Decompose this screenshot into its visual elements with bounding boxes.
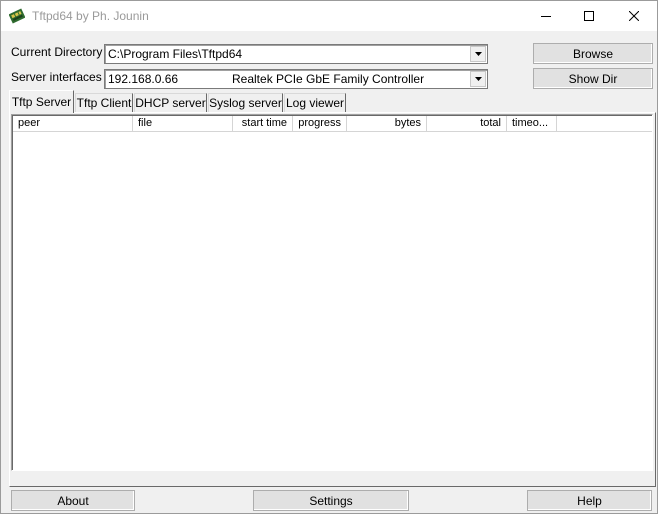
browse-label: Browse <box>572 46 613 61</box>
minimize-icon <box>541 16 551 17</box>
tab-dhcp-server[interactable]: DHCP server <box>134 93 207 112</box>
column-header-filler <box>557 116 652 132</box>
close-button[interactable] <box>611 1 657 31</box>
tab-label: Tftp Server <box>11 95 72 109</box>
tab-label: Syslog server <box>209 96 282 110</box>
current-directory-combo[interactable]: C:\Program Files\Tftpd64 <box>104 44 488 64</box>
show-dir-label: Show Dir <box>568 71 618 86</box>
title-bar[interactable]: Tftpd64 by Ph. Jounin <box>1 1 657 31</box>
maximize-button[interactable] <box>566 1 612 31</box>
tab-tftp-client[interactable]: Tftp Client <box>75 93 133 112</box>
chevron-down-icon <box>474 52 482 56</box>
current-directory-label: Current Directory <box>11 45 103 59</box>
tftpd-app-icon <box>8 8 26 24</box>
main-window: Tftpd64 by Ph. Jounin Current Directory … <box>0 0 658 514</box>
current-directory-dropdown-button[interactable] <box>470 46 486 62</box>
help-button[interactable]: Help <box>527 490 652 511</box>
tab-label: Log viewer <box>285 96 345 110</box>
tab-syslog-server[interactable]: Syslog server <box>208 93 283 112</box>
server-interfaces-label: Server interfaces <box>11 70 102 84</box>
column-header-start-time[interactable]: start time <box>233 116 293 132</box>
column-header-total[interactable]: total <box>427 116 507 132</box>
tab-tftp-server[interactable]: Tftp Server <box>9 90 74 113</box>
column-header-timeout[interactable]: timeo... <box>507 116 557 132</box>
server-interfaces-dropdown-button[interactable] <box>470 71 486 87</box>
tab-label: Tftp Client <box>76 96 132 110</box>
transfers-list[interactable]: peer file start time progress bytes tota… <box>11 114 653 471</box>
column-header-peer[interactable]: peer <box>13 116 133 132</box>
column-header-progress[interactable]: progress <box>293 116 347 132</box>
server-interface-ip: 192.168.0.66 <box>108 72 179 86</box>
about-button[interactable]: About <box>11 490 135 511</box>
maximize-icon <box>584 11 594 21</box>
chevron-down-icon <box>474 77 482 81</box>
column-header-file[interactable]: file <box>133 116 233 132</box>
tab-log-viewer[interactable]: Log viewer <box>284 93 346 112</box>
settings-button[interactable]: Settings <box>253 490 409 511</box>
close-icon <box>629 11 639 21</box>
settings-label: Settings <box>309 493 353 508</box>
browse-button[interactable]: Browse <box>533 43 653 64</box>
column-header-bytes[interactable]: bytes <box>347 116 427 132</box>
server-interfaces-combo[interactable]: 192.168.0.66 Realtek PCIe GbE Family Con… <box>104 69 488 89</box>
show-dir-button[interactable]: Show Dir <box>533 68 653 89</box>
window-title: Tftpd64 by Ph. Jounin <box>32 9 149 23</box>
current-directory-value: C:\Program Files\Tftpd64 <box>108 47 243 61</box>
server-interface-adapter: Realtek PCIe GbE Family Controller <box>232 72 425 86</box>
help-label: Help <box>577 493 602 508</box>
tab-label: DHCP server <box>135 96 206 110</box>
minimize-button[interactable] <box>523 1 569 31</box>
about-label: About <box>57 493 89 508</box>
